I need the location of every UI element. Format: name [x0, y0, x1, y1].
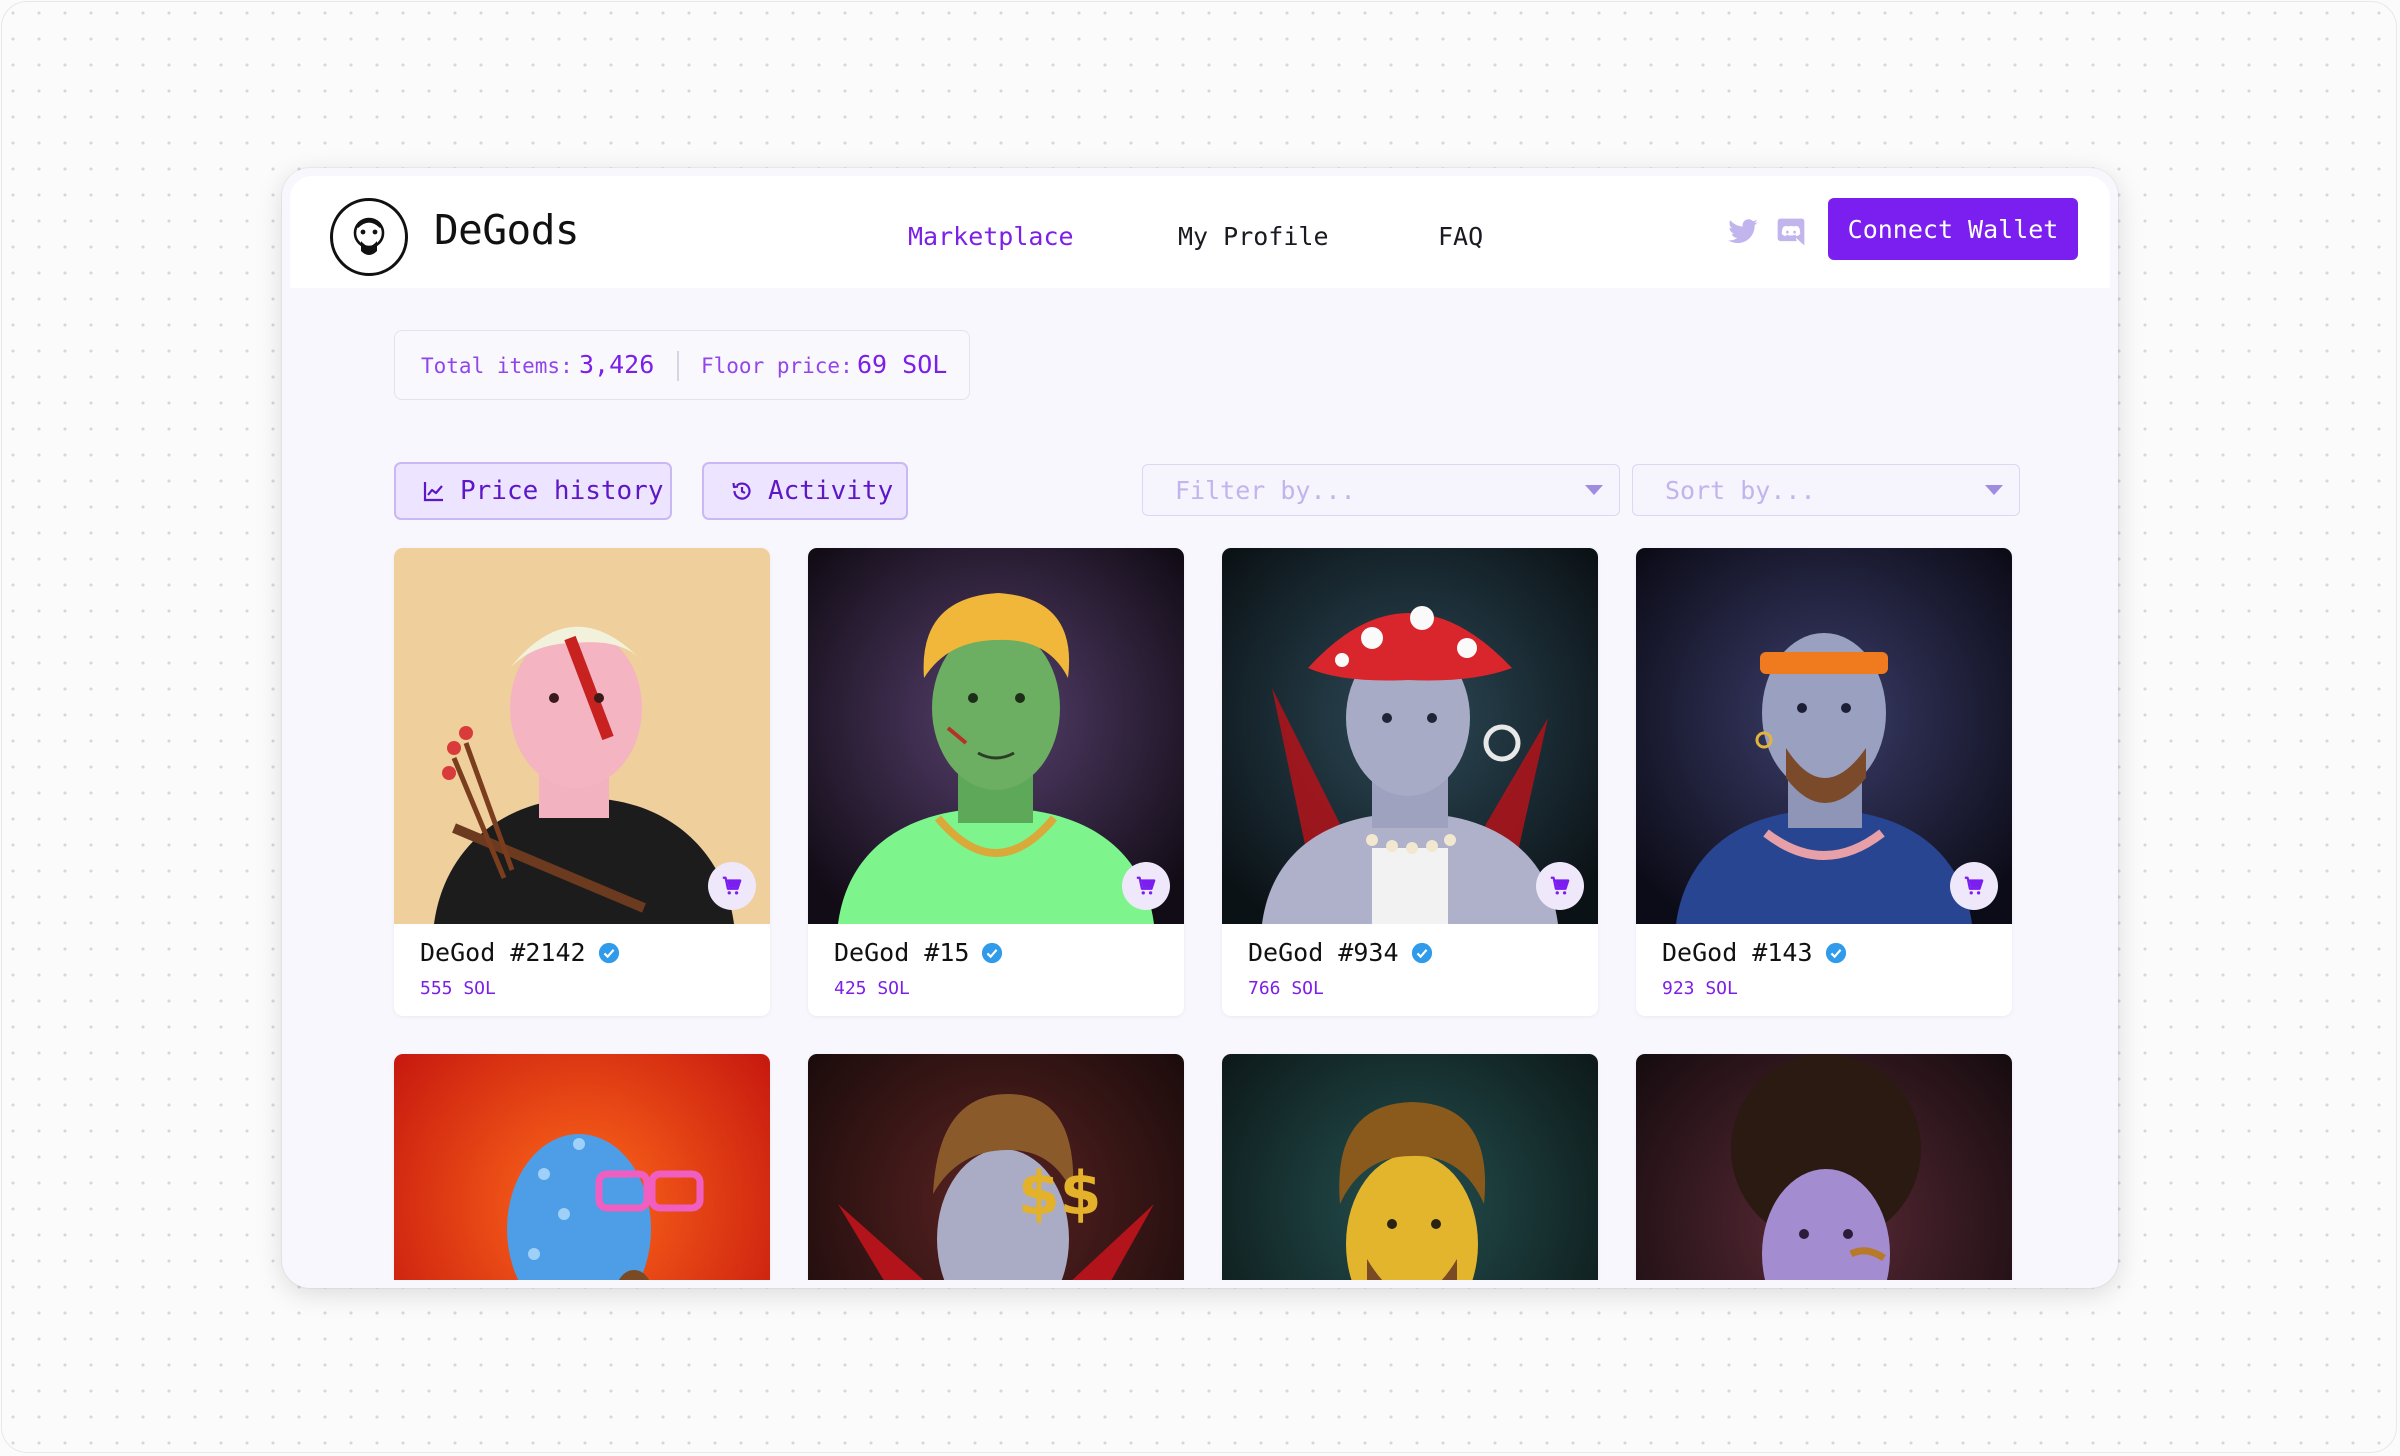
verified-icon: [1825, 942, 1846, 963]
collection-stats: Total items: 3,426 Floor price: 69 SOL: [394, 330, 970, 400]
verified-icon: [1411, 942, 1432, 963]
add-to-cart-button[interactable]: [1536, 862, 1584, 910]
nft-card[interactable]: [1222, 1054, 1598, 1280]
nft-card[interactable]: $$: [808, 1054, 1184, 1280]
nft-image[interactable]: [394, 548, 770, 924]
nft-card[interactable]: DeGod #143 923 SOL: [1636, 548, 2012, 1016]
sort-select[interactable]: Sort by...: [1632, 464, 2020, 516]
discord-icon[interactable]: [1774, 216, 1808, 248]
cart-icon: [722, 876, 742, 895]
floor-price-value: 69 SOL: [857, 350, 948, 379]
nft-image[interactable]: [394, 1054, 770, 1280]
cart-icon: [1136, 876, 1156, 895]
nft-price: 923 SOL: [1662, 978, 1738, 999]
nft-name: DeGod #934: [1248, 938, 1433, 967]
twitter-icon[interactable]: [1726, 216, 1760, 248]
cart-icon: [1550, 876, 1570, 895]
nft-card-info: DeGod #934 766 SOL: [1222, 924, 1598, 1016]
price-history-button[interactable]: Price history: [394, 462, 672, 520]
nft-card[interactable]: DeGod #2142 555 SOL: [394, 548, 770, 1016]
nft-image[interactable]: [808, 548, 1184, 924]
nft-name: DeGod #15: [834, 938, 1003, 967]
chevron-down-icon: [1985, 485, 2003, 495]
nft-image[interactable]: [1636, 1054, 2012, 1280]
stats-divider: [677, 351, 679, 381]
nft-name-text: DeGod #934: [1248, 938, 1399, 967]
nft-card[interactable]: DeGod #934 766 SOL: [1222, 548, 1598, 1016]
filter-select[interactable]: Filter by...: [1142, 464, 1620, 516]
nft-name-text: DeGod #15: [834, 938, 970, 967]
app-window: DeGods Marketplace My Profile FAQ Connec…: [282, 168, 2118, 1288]
nav-my-profile[interactable]: My Profile: [1178, 222, 1329, 251]
nft-name: DeGod #143: [1662, 938, 1847, 967]
nft-name-text: DeGod #2142: [420, 938, 586, 967]
nft-price: 425 SOL: [834, 978, 910, 999]
nav-faq[interactable]: FAQ: [1438, 222, 1483, 251]
nft-price: 555 SOL: [420, 978, 496, 999]
nft-card-info: DeGod #15 425 SOL: [808, 924, 1184, 1016]
app-content: DeGods Marketplace My Profile FAQ Connec…: [290, 176, 2110, 1280]
activity-button[interactable]: Activity: [702, 462, 908, 520]
sort-placeholder: Sort by...: [1665, 475, 1816, 505]
nft-card-info: DeGod #2142 555 SOL: [394, 924, 770, 1016]
nft-card[interactable]: [1636, 1054, 2012, 1280]
nft-card[interactable]: DeGod #15 425 SOL: [808, 548, 1184, 1016]
total-items-label: Total items:: [421, 354, 573, 378]
navbar: DeGods Marketplace My Profile FAQ Connec…: [290, 176, 2110, 288]
nft-image[interactable]: $$: [808, 1054, 1184, 1280]
nav-marketplace[interactable]: Marketplace: [908, 222, 1074, 251]
activity-label: Activity: [768, 476, 894, 506]
nft-card[interactable]: [394, 1054, 770, 1280]
verified-icon: [982, 942, 1003, 963]
svg-text:$$: $$: [1018, 1159, 1102, 1229]
nft-image[interactable]: [1222, 548, 1598, 924]
total-items-value: 3,426: [579, 350, 655, 379]
filter-placeholder: Filter by...: [1175, 475, 1356, 505]
brand-title[interactable]: DeGods: [434, 206, 580, 254]
history-icon: [732, 482, 751, 500]
nft-image[interactable]: [1636, 548, 2012, 924]
add-to-cart-button[interactable]: [1950, 862, 1998, 910]
nft-name-text: DeGod #143: [1662, 938, 1813, 967]
degods-logo-icon[interactable]: [330, 198, 408, 276]
chart-line-icon: [423, 482, 443, 502]
add-to-cart-button[interactable]: [708, 862, 756, 910]
chevron-down-icon: [1585, 485, 1603, 495]
cart-icon: [1964, 876, 1984, 895]
floor-price-label: Floor price:: [701, 354, 853, 378]
price-history-label: Price history: [460, 476, 664, 506]
connect-wallet-button[interactable]: Connect Wallet: [1828, 198, 2078, 260]
nft-card-info: DeGod #143 923 SOL: [1636, 924, 2012, 1016]
verified-icon: [598, 942, 619, 963]
nft-name: DeGod #2142: [420, 938, 620, 967]
nft-price: 766 SOL: [1248, 978, 1324, 999]
add-to-cart-button[interactable]: [1122, 862, 1170, 910]
nft-image[interactable]: [1222, 1054, 1598, 1280]
